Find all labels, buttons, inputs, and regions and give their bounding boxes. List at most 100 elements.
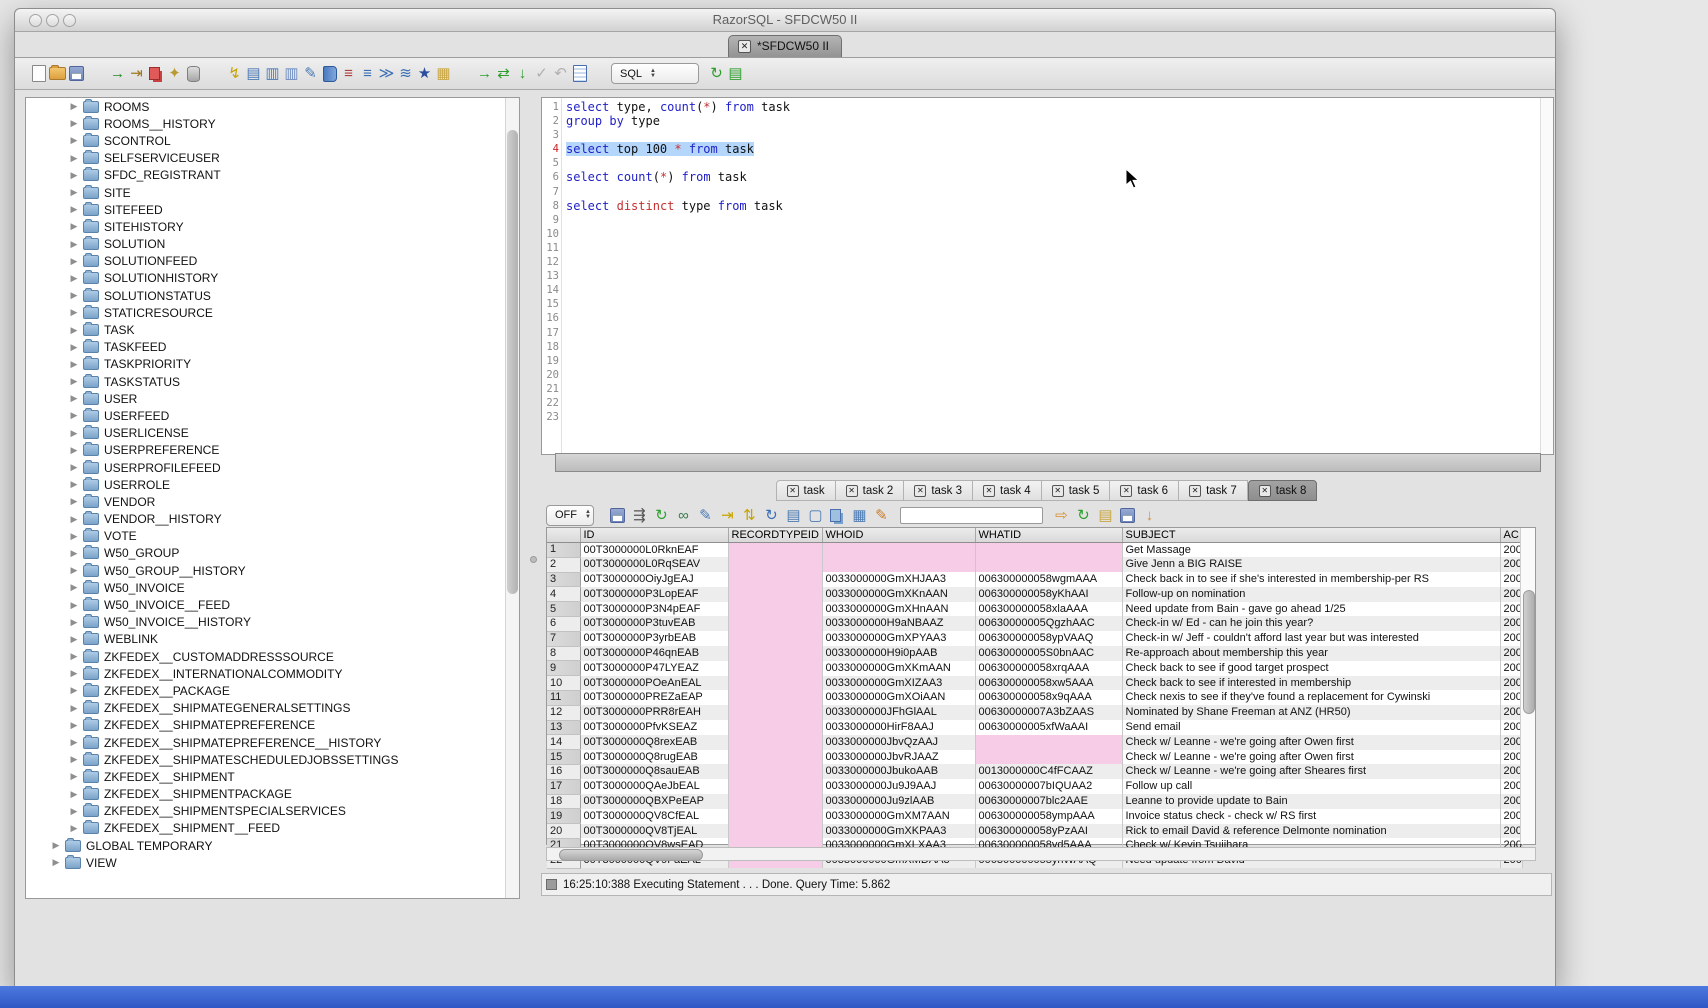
result-tab[interactable]: ✕task 8 bbox=[1248, 480, 1318, 501]
grid-cell[interactable]: 0033000000GmXPYAA3 bbox=[822, 631, 975, 646]
grid-cell[interactable]: Send email bbox=[1122, 720, 1500, 735]
results-grid[interactable]: IDRECORDTYPEIDWHOIDWHATIDSUBJECTAC100T30… bbox=[546, 527, 1536, 845]
new-file-icon[interactable] bbox=[32, 65, 46, 82]
grid-cell[interactable] bbox=[728, 587, 822, 602]
open-file-icon[interactable] bbox=[49, 67, 66, 80]
result-tab-close-icon[interactable]: ✕ bbox=[787, 485, 799, 497]
open-file-icon[interactable] bbox=[48, 64, 67, 83]
grid-cell[interactable] bbox=[975, 543, 1122, 558]
grid-cell[interactable] bbox=[728, 661, 822, 676]
grid-horizontal-scrollbar-thumb[interactable] bbox=[559, 849, 703, 861]
row-limit-select-stepper-icon[interactable]: ▲▼ bbox=[585, 510, 591, 520]
grid-cell[interactable] bbox=[728, 809, 822, 824]
splitter-handle[interactable] bbox=[530, 556, 537, 563]
grid-cell[interactable] bbox=[728, 750, 822, 765]
tree-item[interactable]: ▶ZKFEDEX__INTERNATIONALCOMMODITY bbox=[26, 665, 519, 682]
column-header[interactable]: WHOID bbox=[822, 528, 975, 543]
grid-cell[interactable]: 200 bbox=[1500, 794, 1522, 809]
result-tab[interactable]: ✕task bbox=[776, 480, 836, 501]
expand-icon[interactable]: ▶ bbox=[68, 462, 80, 473]
script-results-icon[interactable]: ▤ bbox=[1096, 506, 1115, 525]
grid-cell[interactable] bbox=[728, 676, 822, 691]
expand-icon[interactable]: ▶ bbox=[68, 823, 80, 834]
tree-item[interactable]: ▶ZKFEDEX__SHIPMATEPREFERENCE__HISTORY bbox=[26, 734, 519, 751]
grid-cell[interactable] bbox=[728, 705, 822, 720]
table-row[interactable]: 1700T3000000QAeJbEAL0033000000Ju9J9AAJ00… bbox=[547, 779, 1522, 794]
go-icon[interactable]: → bbox=[475, 64, 494, 83]
expand-icon[interactable]: ▶ bbox=[68, 445, 80, 456]
column-header[interactable]: RECORDTYPEID bbox=[728, 528, 822, 543]
grid-cell[interactable]: 006300000058xlaAAA bbox=[975, 602, 1122, 617]
grid-cell[interactable]: 00630000007A3bZAAS bbox=[975, 705, 1122, 720]
grid-cell[interactable] bbox=[728, 794, 822, 809]
database-icon[interactable] bbox=[187, 66, 200, 82]
table-row[interactable]: 900T3000000P47LYEAZ0033000000GmXKmAAN006… bbox=[547, 661, 1522, 676]
table-row[interactable]: 600T3000000P3tuvEAB0033000000H9aNBAAZ006… bbox=[547, 616, 1522, 631]
query-log-icon[interactable] bbox=[573, 65, 587, 82]
result-tab[interactable]: ✕task 4 bbox=[973, 480, 1042, 501]
grid-cell[interactable]: 0033000000H9aNBAAZ bbox=[822, 616, 975, 631]
grid-cell[interactable]: 200 bbox=[1500, 646, 1522, 661]
expand-icon[interactable]: ▶ bbox=[68, 720, 80, 731]
grid-cell[interactable]: 00T3000000Q8rugEAB bbox=[580, 750, 728, 765]
expand-icon[interactable]: ▶ bbox=[68, 496, 80, 507]
result-tab-close-icon[interactable]: ✕ bbox=[983, 485, 995, 497]
row-number-cell[interactable]: 8 bbox=[547, 646, 580, 661]
grid-cell[interactable]: 200 bbox=[1500, 572, 1522, 587]
rollback-icon[interactable]: ↶ bbox=[551, 64, 570, 83]
tree-item[interactable]: ▶WEBLINK bbox=[26, 631, 519, 648]
table-row[interactable]: 1500T3000000Q8rugEAB0033000000JbvRJAAZCh… bbox=[547, 750, 1522, 765]
expand-icon[interactable]: ▶ bbox=[68, 393, 80, 404]
describe-results-icon[interactable]: ▤ bbox=[784, 506, 803, 525]
sql-mode-select[interactable]: SQL▲▼ bbox=[611, 63, 699, 84]
grid-cell[interactable]: Check w/ Leanne - we're going after Shea… bbox=[1122, 764, 1500, 779]
grid-cell[interactable]: 200 bbox=[1500, 735, 1522, 750]
grid-cell[interactable]: 006300000058yKhAAI bbox=[975, 587, 1122, 602]
expand-icon[interactable]: ▶ bbox=[68, 376, 80, 387]
grid-cell[interactable]: 00T3000000OiyJgEAJ bbox=[580, 572, 728, 587]
expand-icon[interactable]: ▶ bbox=[68, 737, 80, 748]
tree-item[interactable]: ▶STATICRESOURCE bbox=[26, 304, 519, 321]
row-number-cell[interactable]: 6 bbox=[547, 616, 580, 631]
results-search-input[interactable] bbox=[900, 507, 1043, 524]
grid-cell[interactable]: 0033000000GmXKPAA3 bbox=[822, 824, 975, 839]
grid-cell[interactable]: 200 bbox=[1500, 631, 1522, 646]
result-tab[interactable]: ✕task 7 bbox=[1179, 480, 1248, 501]
column-header[interactable]: AC bbox=[1500, 528, 1522, 543]
grid-cell[interactable]: 0033000000H9i0pAAB bbox=[822, 646, 975, 661]
row-number-cell[interactable]: 20 bbox=[547, 824, 580, 839]
expand-icon[interactable]: ▶ bbox=[68, 290, 80, 301]
grid-cell[interactable]: Nominated by Shane Freeman at ANZ (HR50) bbox=[1122, 705, 1500, 720]
table-row[interactable]: 1800T3000000QBXPeEAP0033000000Ju9zlAAB00… bbox=[547, 794, 1522, 809]
grid-cell[interactable]: Follow up call bbox=[1122, 779, 1500, 794]
expand-icon[interactable]: ▶ bbox=[68, 531, 80, 542]
grid-cell[interactable]: 00T3000000L0RqSEAV bbox=[580, 557, 728, 572]
table-row[interactable]: 1100T3000000PREZaEAP0033000000GmXOiAAN00… bbox=[547, 690, 1522, 705]
tree-item[interactable]: ▶SOLUTIONSTATUS bbox=[26, 287, 519, 304]
expand-icon[interactable]: ▶ bbox=[68, 342, 80, 353]
expand-icon[interactable]: ▶ bbox=[68, 582, 80, 593]
result-tab-close-icon[interactable]: ✕ bbox=[1189, 485, 1201, 497]
table-row[interactable]: 500T3000000P3N4pEAF0033000000GmXHnAAN006… bbox=[547, 602, 1522, 617]
expand-icon[interactable]: ▶ bbox=[50, 857, 62, 868]
row-number-cell[interactable]: 16 bbox=[547, 764, 580, 779]
refresh-results-icon[interactable]: ↻ bbox=[652, 506, 671, 525]
tree-item[interactable]: ▶TASKFEED bbox=[26, 339, 519, 356]
connect-database-icon[interactable]: → bbox=[108, 64, 127, 83]
tree-item[interactable]: ▶ZKFEDEX__SHIPMENT__FEED bbox=[26, 820, 519, 837]
grid-cell[interactable]: 00T3000000PREZaEAP bbox=[580, 690, 728, 705]
grid-cell[interactable]: 00630000005QgzhAAC bbox=[975, 616, 1122, 631]
tree-item[interactable]: ▶TASK bbox=[26, 321, 519, 338]
help-book-icon[interactable] bbox=[320, 64, 339, 83]
grid-cell[interactable]: 0033000000JbvRJAAZ bbox=[822, 750, 975, 765]
row-limit-select[interactable]: OFF▲▼ bbox=[546, 505, 594, 526]
tree-item[interactable]: ▶ZKFEDEX__SHIPMENTPACKAGE bbox=[26, 786, 519, 803]
new-file-icon[interactable] bbox=[29, 64, 48, 83]
copy-with-headers-icon[interactable]: ▦ bbox=[850, 506, 869, 525]
grid-cell[interactable]: 00T3000000P46qnEAB bbox=[580, 646, 728, 661]
expand-icon[interactable]: ▶ bbox=[68, 600, 80, 611]
result-tab-close-icon[interactable]: ✕ bbox=[914, 485, 926, 497]
expand-icon[interactable]: ▶ bbox=[68, 428, 80, 439]
grid-cell[interactable]: 0033000000Ju9zlAAB bbox=[822, 794, 975, 809]
help-book-icon[interactable] bbox=[323, 66, 337, 82]
